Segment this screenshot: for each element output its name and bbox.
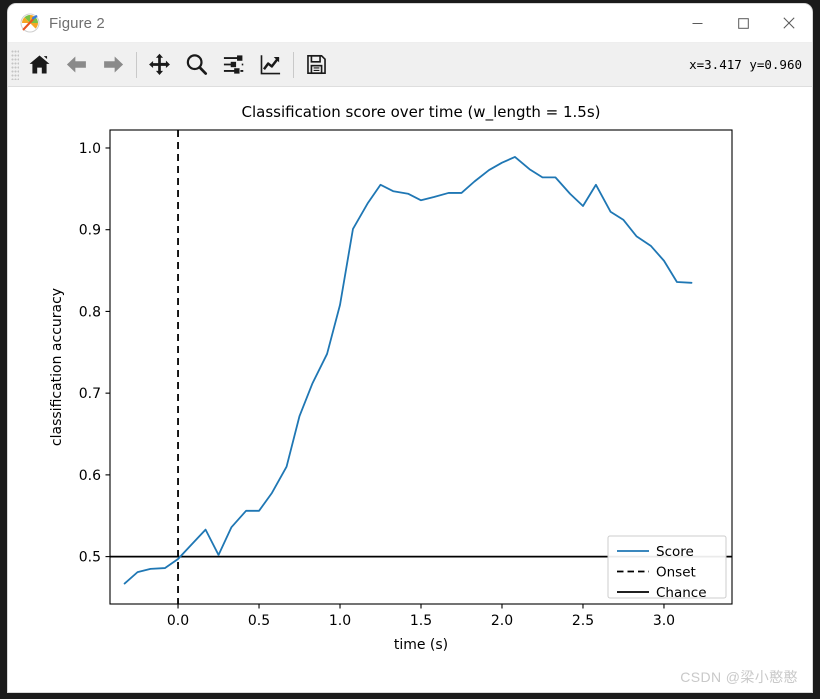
x-tick-label: 2.0 [491, 613, 513, 629]
y-tick-label: 0.6 [79, 468, 101, 484]
matplotlib-logo-icon [20, 13, 40, 33]
configure-subplots-icon[interactable] [215, 46, 252, 83]
classification-score-plot: Classification score over time (w_length… [49, 103, 733, 653]
chart-title: Classification score over time (w_length… [241, 103, 600, 122]
x-tick-label: 0.0 [167, 613, 189, 629]
x-tick-label: 1.0 [329, 613, 351, 629]
legend-label: Onset [656, 565, 696, 581]
y-tick-label: 0.5 [79, 550, 101, 566]
csdn-watermark: CSDN @梁小憨憨 [680, 669, 798, 685]
close-button[interactable] [766, 4, 812, 42]
x-tick-label: 3.0 [653, 613, 675, 629]
window-titlebar: Figure 2 [8, 4, 812, 43]
toolbar-separator-2 [293, 51, 294, 78]
x-tick-label: 0.5 [248, 613, 270, 629]
forward-arrow-icon[interactable] [95, 46, 132, 83]
matplotlib-navigation-toolbar: x=3.417 y=0.960 [8, 43, 812, 87]
toolbar-separator [136, 51, 137, 78]
legend-label: Score [656, 544, 694, 560]
toolbar-grip-handle[interactable] [11, 49, 19, 80]
figure-canvas[interactable]: Classification score over time (w_length… [8, 87, 812, 692]
cursor-coordinates-readout: x=3.417 y=0.960 [689, 57, 802, 72]
chart-legend: Score Onset Chance [607, 535, 727, 601]
zoom-magnifier-icon[interactable] [178, 46, 215, 83]
x-axis-label: time (s) [394, 637, 448, 653]
window-title: Figure 2 [49, 14, 105, 32]
edit-axis-curve-icon[interactable] [252, 46, 289, 83]
y-tick-label: 0.9 [79, 223, 101, 239]
x-tick-label: 1.5 [410, 613, 432, 629]
pan-move-icon[interactable] [141, 46, 178, 83]
legend-label: Chance [656, 585, 707, 601]
y-axis-label: classification accuracy [49, 288, 65, 446]
maximize-button[interactable] [720, 4, 766, 42]
figure-window: Figure 2 x=3.417 y=0.960 Classification … [8, 4, 812, 692]
x-tick-label: 2.5 [572, 613, 594, 629]
y-tick-label: 1.0 [79, 141, 101, 157]
y-tick-label: 0.8 [79, 304, 101, 320]
home-icon[interactable] [21, 46, 58, 83]
window-controls [674, 4, 812, 42]
back-arrow-icon[interactable] [58, 46, 95, 83]
minimize-button[interactable] [674, 4, 720, 42]
y-tick-label: 0.7 [79, 386, 101, 402]
save-floppy-icon[interactable] [298, 46, 335, 83]
